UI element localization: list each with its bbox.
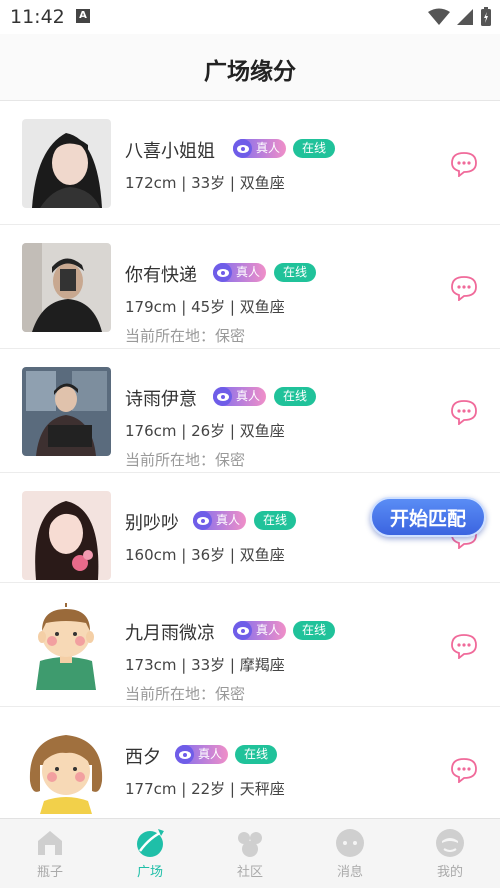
plaza-icon [137,829,165,857]
avatar[interactable] [22,725,111,814]
avatar[interactable] [22,491,111,580]
profile-icon [436,829,464,857]
user-name: 别吵吵 [125,513,179,534]
user-list[interactable]: 八喜小姐姐 真人 在线 172cm | 33岁 | 双鱼座 你有快递 真人 在线… [0,101,500,818]
status-icons [428,6,492,28]
online-badge: 在线 [235,745,278,764]
nav-item-bottle[interactable]: 瓶子 [0,819,100,888]
battery-icon [481,7,491,26]
page-header: 广场缘分 [0,34,500,101]
user-name: 你有快递 [125,265,197,286]
chat-icon[interactable] [450,151,478,177]
list-item[interactable]: 八喜小姐姐 真人 在线 172cm | 33岁 | 双鱼座 [0,101,500,225]
user-info: 160cm | 36岁 | 双鱼座 [125,546,285,564]
avatar[interactable] [22,367,111,456]
notification-icon: A [76,9,90,23]
real-person-badge: 真人 [213,387,267,406]
nav-label: 社区 [236,865,263,880]
user-location: 当前所在地：保密 [125,685,246,703]
community-icon [238,832,262,857]
user-location: 当前所在地：保密 [125,327,246,345]
page-title: 广场缘分 [204,59,296,85]
user-name: 九月雨微凉 [125,623,215,644]
user-info: 176cm | 26岁 | 双鱼座 [125,422,285,440]
nav-item-plaza[interactable]: 广场 [100,819,200,888]
wifi-icon [428,8,450,25]
eye-icon [233,621,252,640]
nav-item-message[interactable]: 消息 [300,819,400,888]
message-icon [336,829,364,857]
eye-icon [213,263,232,282]
real-person-badge: 真人 [233,139,287,158]
real-person-badge: 真人 [233,621,287,640]
chat-icon[interactable] [450,633,478,659]
nav-label: 瓶子 [36,865,63,880]
list-item[interactable]: 你有快递 真人 在线 179cm | 45岁 | 双鱼座 当前所在地：保密 [0,225,500,349]
chat-icon[interactable] [450,275,478,301]
real-person-badge: 真人 [193,511,247,530]
eye-icon [193,511,212,530]
user-info: 173cm | 33岁 | 摩羯座 [125,656,285,674]
nav-label: 消息 [336,865,363,880]
user-name: 八喜小姐姐 [125,141,215,162]
avatar[interactable] [22,119,111,208]
start-match-button[interactable]: 开始匹配 [370,497,486,537]
real-person-badge: 真人 [175,745,229,764]
online-badge: 在线 [254,511,297,530]
user-location: 当前所在地：保密 [125,451,246,469]
nav-item-profile[interactable]: 我的 [400,819,500,888]
avatar[interactable] [22,243,111,332]
eye-icon [213,387,232,406]
user-name: 西夕 [125,747,161,768]
user-info: 177cm | 22岁 | 天秤座 [125,780,285,798]
nav-label: 我的 [436,865,463,880]
list-item[interactable]: 九月雨微凉 真人 在线 173cm | 33岁 | 摩羯座 当前所在地：保密 [0,583,500,707]
real-person-badge: 真人 [213,263,267,282]
user-info: 179cm | 45岁 | 双鱼座 [125,298,285,316]
avatar[interactable] [22,601,111,690]
signal-icon [457,9,473,25]
status-bar: 11:42 A [0,0,500,34]
bottle-icon [38,831,62,855]
status-time: 11:42 [10,6,65,28]
list-item[interactable]: 诗雨伊意 真人 在线 176cm | 26岁 | 双鱼座 当前所在地：保密 [0,349,500,473]
chat-icon[interactable] [450,757,478,783]
nav-item-community[interactable]: 社区 [200,819,300,888]
chat-icon[interactable] [450,399,478,425]
eye-icon [233,139,252,158]
online-badge: 在线 [274,387,317,406]
list-item[interactable]: 西夕 真人 在线 177cm | 22岁 | 天秤座 [0,707,500,818]
online-badge: 在线 [274,263,317,282]
user-info: 172cm | 33岁 | 双鱼座 [125,174,285,192]
nav-label: 广场 [136,865,163,880]
online-badge: 在线 [293,621,336,640]
user-name: 诗雨伊意 [125,389,197,410]
eye-icon [175,745,194,764]
online-badge: 在线 [293,139,336,158]
bottom-nav: 瓶子 广场 社区 消息 我的 [0,818,500,888]
